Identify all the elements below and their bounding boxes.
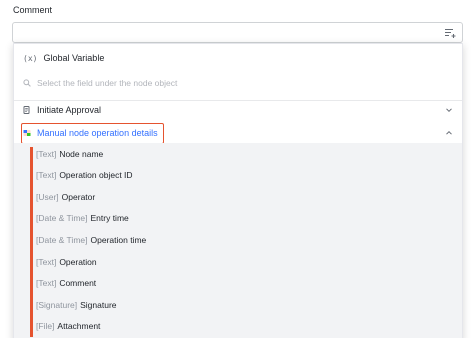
chevron-up-icon [446,130,452,135]
field-name: Operation [59,256,97,267]
fields-list: [Text] Node name [Text] Operation object… [14,143,462,338]
comment-label: Comment [13,5,53,15]
field-item[interactable]: [Text] Node name [36,143,103,164]
field-search[interactable]: Select the field under the node object [14,72,462,94]
field-item[interactable]: [Text] Operation [36,251,97,272]
field-type: [Text] [36,278,57,289]
field-item[interactable]: [User] Operator [36,186,95,207]
field-item[interactable]: [Date & Time] Entry time [36,208,129,229]
group-initiate-approval[interactable]: Initiate Approval [14,99,462,121]
comment-input[interactable] [12,22,463,43]
field-name: Node name [59,148,104,159]
field-type: [Date & Time] [36,234,88,245]
highlight-annotation [21,123,164,144]
field-item[interactable]: [Signature] Signature [36,294,117,315]
chevron-down-icon [446,108,452,113]
search-placeholder: Select the field under the node object [37,78,178,88]
field-name: Signature [80,299,117,310]
field-name: Comment [59,278,97,289]
field-type: [Date & Time] [36,213,88,224]
highlight-bar [30,147,33,337]
global-variable-item[interactable]: (x) Global Variable [14,44,462,72]
field-type: [Signature] [36,299,78,310]
field-type: [Text] [36,148,57,159]
field-name: Operation object ID [59,170,133,181]
field-item[interactable]: [Text] Operation object ID [36,165,133,186]
approval-node-icon [23,106,30,114]
insert-variable-icon [445,28,456,38]
search-icon [23,79,31,87]
field-name: Attachment [57,321,101,332]
variable-icon: (x) [23,53,38,63]
field-type: [Text] [36,170,57,181]
field-item[interactable]: [File] Attachment [36,316,100,337]
field-type: [Text] [36,256,57,267]
field-item[interactable]: [Date & Time] Operation time [36,229,146,250]
global-variable-label: Global Variable [43,53,105,63]
field-item[interactable]: [Text] Comment [36,273,96,294]
field-name: Entry time [90,213,129,224]
field-name: Operation time [90,234,147,245]
field-type: [File] [36,321,55,332]
field-name: Operator [61,191,96,202]
group-label: Initiate Approval [37,105,102,115]
field-type: [User] [36,191,59,202]
variable-dropdown: (x) Global Variable Select the field und… [13,43,463,338]
insert-variable-button[interactable] [438,23,462,42]
